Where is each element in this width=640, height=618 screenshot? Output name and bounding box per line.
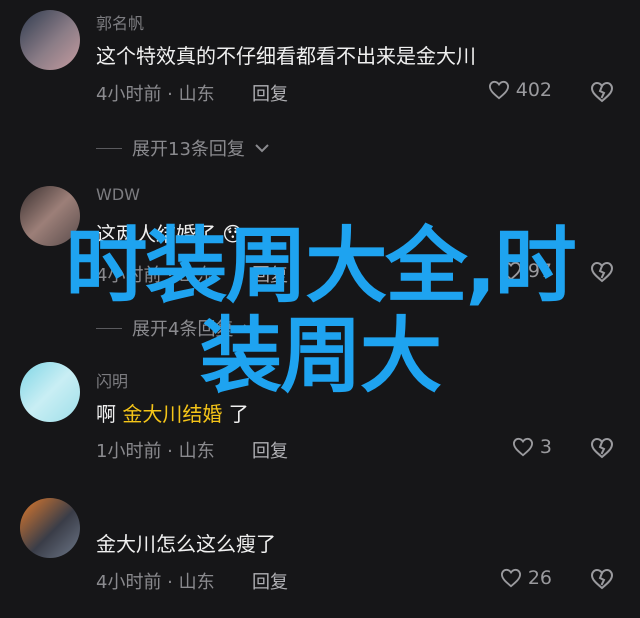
comment-text-prefix: 啊 [96,402,116,426]
comment-text: 这个特效真的不仔细看都看不出来是金大川 [96,44,476,68]
like-count: 3 [539,436,552,458]
heart-outline-icon [500,568,521,588]
expand-replies-button[interactable]: 展开13条回复 [96,135,269,161]
chevron-down-icon [255,144,269,153]
comment-meta: 4小时前 · 山东 [96,572,215,593]
comment-username[interactable]: 郭名帆 [96,10,144,34]
like-button[interactable]: 26 [500,567,552,589]
comment-text-suffix: 了 [228,402,249,426]
like-button[interactable]: 3 [512,436,552,458]
broken-heart-icon[interactable] [590,436,614,460]
mention-link[interactable]: 金大川结婚 [122,402,222,426]
heart-outline-icon [512,437,533,457]
like-count: 402 [515,79,552,101]
comment-meta: 4小时前 · 山东 [96,265,215,286]
heart-outline-icon [488,80,509,100]
broken-heart-icon[interactable] [590,260,614,284]
comment-text-body: 这两人结婚了 [96,222,216,246]
like-button[interactable]: 97 [500,260,552,282]
avatar[interactable] [20,362,80,422]
expand-replies-button[interactable]: 展开4条回复 [96,315,258,341]
reply-button[interactable]: 回复 [252,261,288,287]
comment-username[interactable]: WDW [96,185,140,204]
divider-line [96,147,122,149]
reply-button[interactable]: 回复 [252,437,288,463]
reply-button[interactable]: 回复 [252,568,288,594]
avatar[interactable] [20,186,80,246]
expand-replies-label: 展开13条回复 [132,139,245,160]
emoji-surprised: 😯 [222,222,244,246]
comment-meta: 1小时前 · 山东 [96,441,215,462]
heart-outline-icon [500,261,521,281]
broken-heart-icon[interactable] [590,567,614,591]
like-count: 26 [527,567,552,589]
chevron-down-icon [243,324,258,333]
comment-meta: 4小时前 · 山东 [96,84,215,105]
comment-text: 啊 金大川结婚 了 [96,398,249,427]
divider-line [96,327,122,329]
comment-username[interactable]: 闪明 [96,368,128,392]
broken-heart-icon[interactable] [590,80,614,104]
avatar[interactable] [20,498,80,558]
reply-button[interactable]: 回复 [252,80,288,106]
like-button[interactable]: 402 [488,79,552,101]
comment-text: 金大川怎么这么瘦了 [96,532,276,556]
avatar[interactable] [20,10,80,70]
comment-text: 这两人结婚了 😯 [96,218,243,247]
like-count: 97 [527,260,552,282]
expand-replies-label: 展开4条回复 [132,319,234,340]
